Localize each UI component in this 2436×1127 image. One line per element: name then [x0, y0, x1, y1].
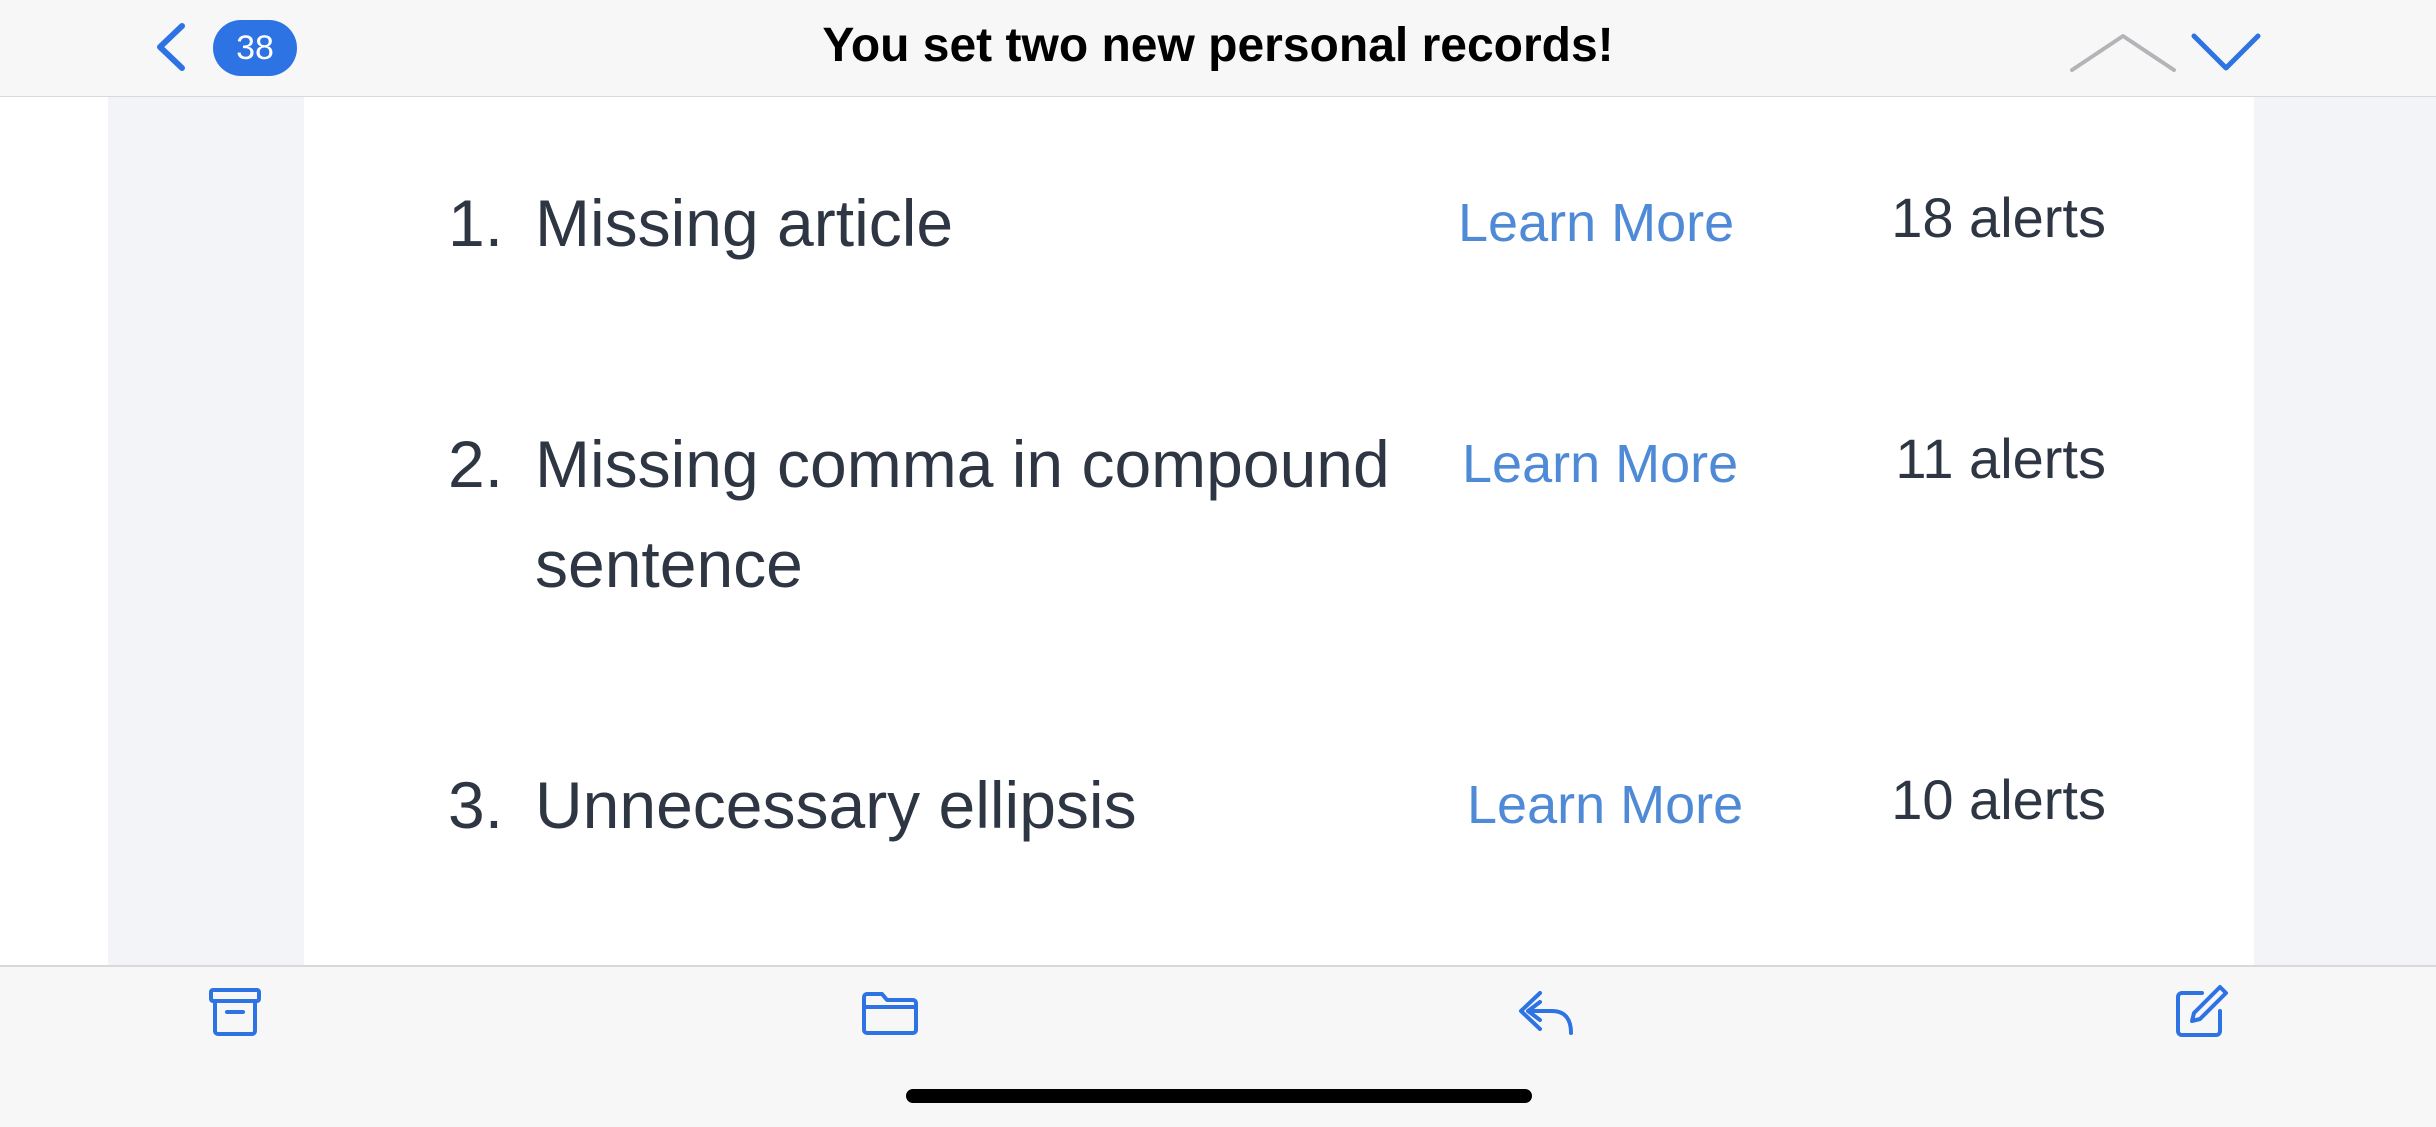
item-number: 2.	[448, 427, 504, 501]
previous-message-chevron-up-icon[interactable]	[2068, 30, 2178, 76]
alert-count: 11 alerts	[1895, 427, 2106, 490]
list-item: 2. Missing comma in compound sentence Le…	[0, 427, 2436, 664]
reply-icon[interactable]	[1516, 987, 1576, 1039]
learn-more-link[interactable]: Learn More	[1462, 414, 1738, 514]
compose-icon[interactable]	[2172, 983, 2232, 1041]
bottom-toolbar	[0, 965, 2436, 1127]
next-message-chevron-down-icon[interactable]	[2190, 30, 2262, 76]
item-title: Missing article	[535, 186, 954, 260]
folder-icon[interactable]	[860, 989, 920, 1037]
item-title: Missing comma in compound sentence	[535, 427, 1390, 601]
learn-more-link[interactable]: Learn More	[1467, 755, 1743, 855]
alert-count: 18 alerts	[1891, 186, 2106, 249]
learn-more-link[interactable]: Learn More	[1458, 173, 1734, 273]
message-body: 1. Missing article Learn More 18 alerts …	[0, 97, 2436, 965]
home-indicator[interactable]	[906, 1089, 1532, 1103]
list-item: 1. Missing article Learn More 18 alerts	[0, 186, 2436, 423]
archive-icon[interactable]	[208, 987, 262, 1037]
navigation-bar: 38 You set two new personal records!	[0, 0, 2436, 98]
item-number: 3.	[448, 768, 504, 842]
item-title: Unnecessary ellipsis	[535, 768, 1137, 842]
alert-count: 10 alerts	[1891, 768, 2106, 831]
item-number: 1.	[448, 186, 504, 260]
